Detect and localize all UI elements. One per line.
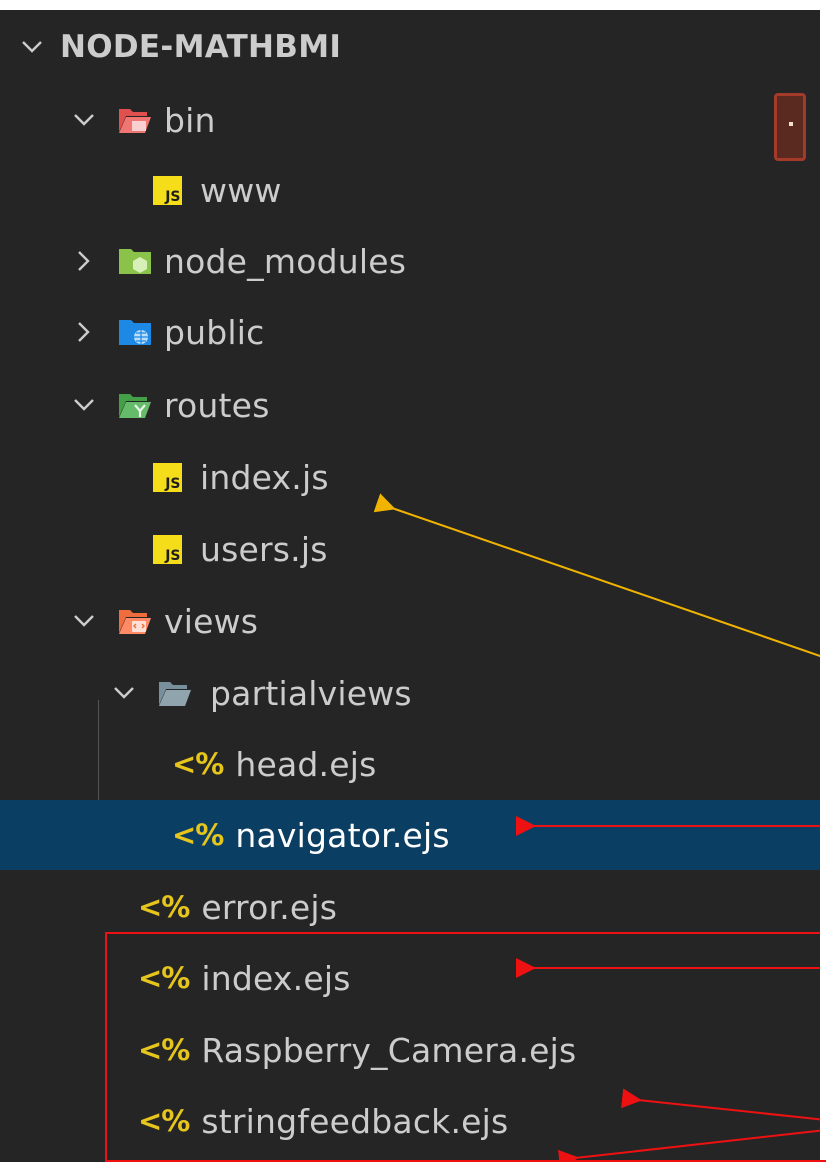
window-edge-right xyxy=(820,0,826,1160)
chevron-right-icon[interactable] xyxy=(70,318,98,346)
tree-item-label: head.ejs xyxy=(235,744,377,784)
scrollbar-thumb[interactable] xyxy=(774,93,806,161)
chevron-down-icon[interactable] xyxy=(70,106,98,134)
chevron-down-icon[interactable] xyxy=(70,607,98,635)
tree-item-partialviews[interactable]: partialviews xyxy=(0,658,820,728)
tree-item-label: users.js xyxy=(200,529,328,569)
tree-item-node-modules[interactable]: node_modules xyxy=(0,226,820,296)
file-explorer: NODE-MATHBMI bin JS www node_modules pub… xyxy=(0,0,826,1162)
ejs-file-icon: <% xyxy=(138,890,190,924)
tree-item-label: public xyxy=(164,312,265,352)
tree-item-public[interactable]: public xyxy=(0,297,820,367)
routes-folder-open-icon xyxy=(118,388,152,422)
tree-item-label: bin xyxy=(164,100,216,140)
views-folder-open-icon xyxy=(118,604,152,638)
javascript-file-icon: JS xyxy=(150,173,184,207)
tree-item-label: navigator.ejs xyxy=(235,815,450,855)
folder-open-icon xyxy=(158,676,192,710)
tree-item-head-ejs[interactable]: <% head.ejs xyxy=(0,729,820,799)
javascript-file-icon: JS xyxy=(150,460,184,494)
tree-item-label: routes xyxy=(164,385,270,425)
tree-item-label: partialviews xyxy=(210,673,412,713)
javascript-file-icon: JS xyxy=(150,532,184,566)
node-folder-icon xyxy=(118,244,152,278)
tree-item-label: index.js xyxy=(200,457,329,497)
ejs-file-icon: <% xyxy=(172,818,224,852)
ejs-file-icon: <% xyxy=(172,747,224,781)
tree-item-navigator-ejs[interactable]: <% navigator.ejs xyxy=(0,800,820,870)
tree-item-routes[interactable]: routes xyxy=(0,370,820,440)
chevron-down-icon[interactable] xyxy=(70,391,98,419)
section-title: NODE-MATHBMI xyxy=(60,29,342,65)
explorer-section-header[interactable]: NODE-MATHBMI xyxy=(0,12,820,82)
tree-item-label: node_modules xyxy=(164,241,407,281)
tree-item-label: www xyxy=(200,170,282,210)
tree-item-bin[interactable]: bin xyxy=(0,85,820,155)
tree-item-www[interactable]: JS www xyxy=(0,155,820,225)
annotation-highlight-box xyxy=(105,932,826,1162)
bin-folder-open-icon xyxy=(118,103,152,137)
tree-item-views[interactable]: views xyxy=(0,586,820,656)
chevron-down-icon[interactable] xyxy=(18,33,46,61)
tree-item-label: views xyxy=(164,601,259,641)
chevron-down-icon[interactable] xyxy=(110,679,138,707)
tree-item-users-js[interactable]: JS users.js xyxy=(0,514,820,584)
tree-item-label: error.ejs xyxy=(201,887,338,927)
window-edge-top-overlay xyxy=(0,0,826,10)
public-folder-icon xyxy=(118,315,152,349)
tree-item-index-js[interactable]: JS index.js xyxy=(0,442,820,512)
chevron-right-icon[interactable] xyxy=(70,247,98,275)
